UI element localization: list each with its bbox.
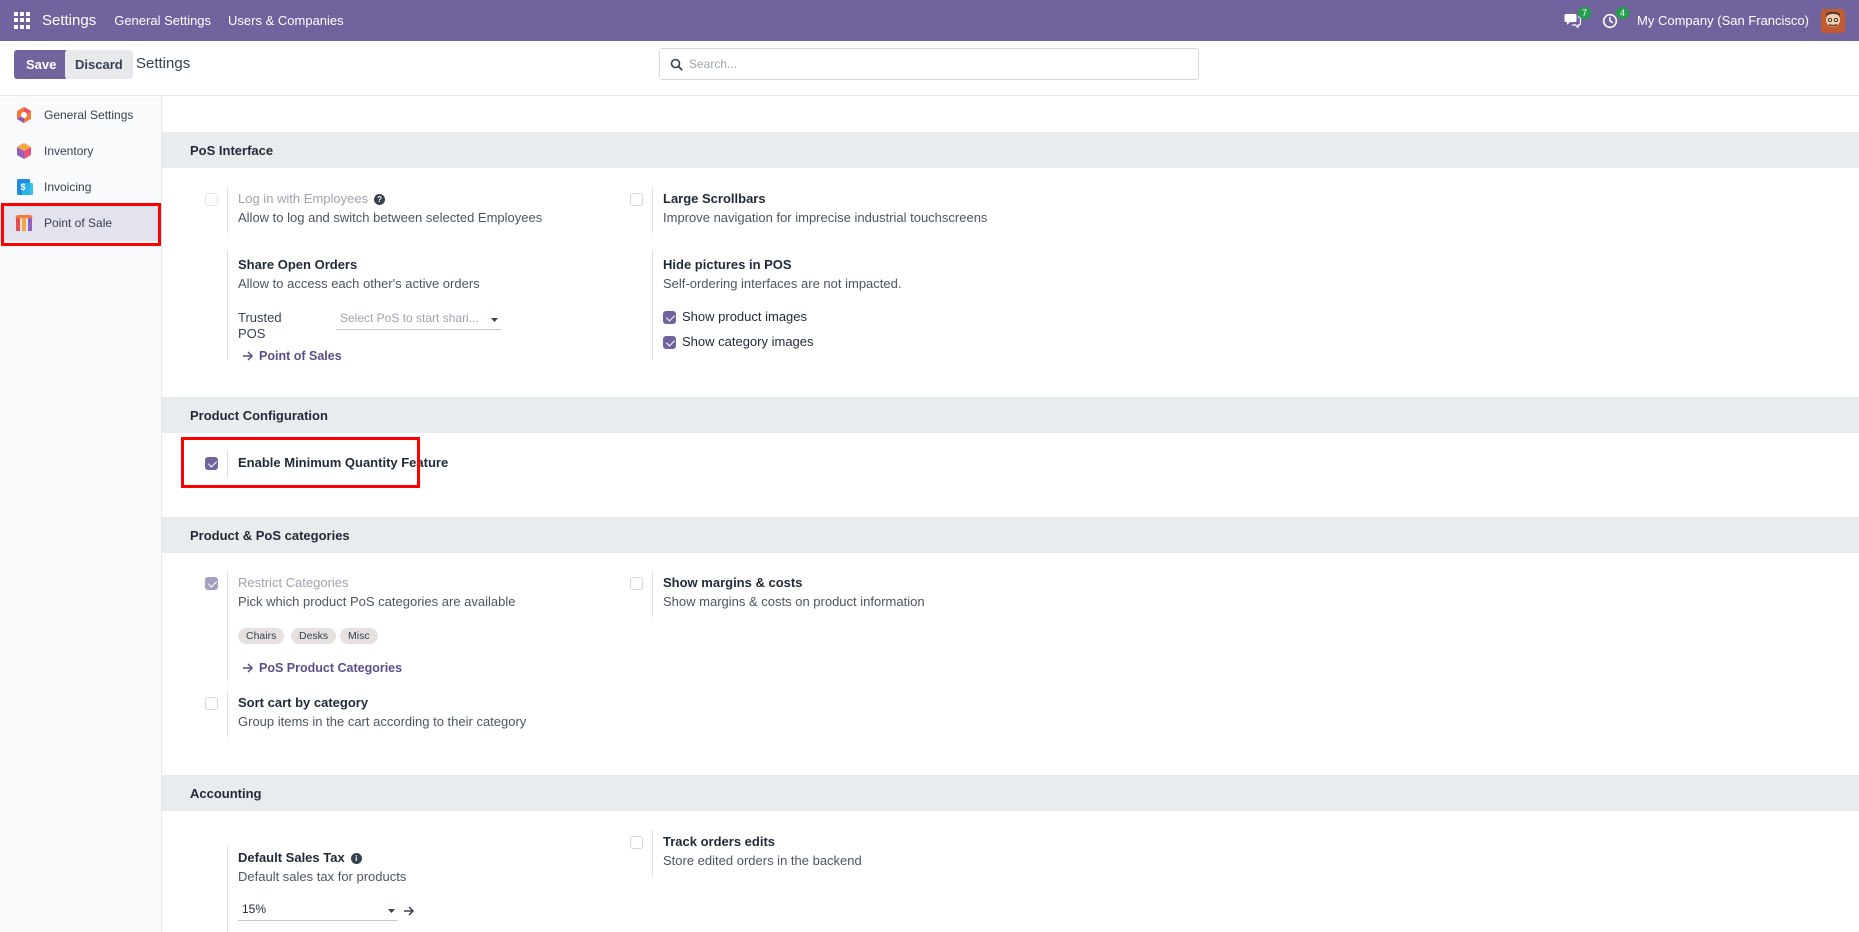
settings-content: PoS Interface Log in with Employees? All… bbox=[162, 97, 1859, 932]
divider bbox=[227, 187, 228, 233]
login-employees-desc: Allow to log and switch between selected… bbox=[238, 210, 543, 225]
app-title[interactable]: Settings bbox=[42, 12, 96, 29]
section-header-product-configuration: Product Configuration bbox=[162, 397, 1859, 433]
sort-cart-label: Sort cart by category bbox=[238, 695, 369, 710]
show-category-images-label: Show category images bbox=[682, 334, 814, 349]
divider bbox=[652, 830, 653, 876]
svg-text:$: $ bbox=[21, 182, 26, 192]
default-sales-tax-desc: Default sales tax for products bbox=[238, 869, 407, 884]
save-button[interactable]: Save bbox=[14, 50, 69, 79]
restrict-categories-checkbox[interactable] bbox=[205, 577, 218, 590]
show-margins-label: Show margins & costs bbox=[663, 575, 803, 590]
menu-users-companies[interactable]: Users & Companies bbox=[228, 13, 344, 28]
sidebar-item-label: Invoicing bbox=[44, 180, 92, 194]
share-orders-label: Share Open Orders bbox=[238, 257, 358, 272]
track-orders-label: Track orders edits bbox=[663, 834, 775, 849]
min-qty-highlight-box bbox=[181, 437, 420, 488]
track-orders-checkbox[interactable] bbox=[630, 836, 643, 849]
messages-badge: 7 bbox=[1578, 6, 1592, 19]
sort-cart-checkbox[interactable] bbox=[205, 697, 218, 710]
show-margins-checkbox[interactable] bbox=[630, 577, 643, 590]
section-header-pos-interface: PoS Interface bbox=[162, 132, 1859, 168]
invoicing-icon: $ bbox=[17, 179, 33, 195]
track-orders-desc: Store edited orders in the backend bbox=[663, 853, 862, 868]
apps-menu-icon[interactable] bbox=[14, 11, 32, 30]
activities-badge: 4 bbox=[1616, 6, 1630, 19]
dropdown-arrow-icon bbox=[388, 909, 395, 913]
show-product-images-label: Show product images bbox=[682, 309, 808, 324]
dropdown-arrow-icon bbox=[491, 318, 498, 322]
menu-general-settings[interactable]: General Settings bbox=[114, 13, 211, 28]
top-navbar: Settings General Settings Users & Compan… bbox=[0, 0, 1859, 41]
trusted-pos-select[interactable]: Select PoS to start shari... bbox=[336, 310, 501, 330]
user-avatar[interactable] bbox=[1821, 8, 1845, 33]
default-sales-tax-label: Default Sales Tax i bbox=[238, 850, 362, 865]
pos-product-categories-link[interactable]: PoS Product Categories bbox=[242, 661, 402, 675]
help-icon[interactable]: ? bbox=[374, 194, 386, 205]
sidebar-item-general-settings[interactable]: General Settings bbox=[0, 97, 161, 133]
search-input[interactable] bbox=[689, 57, 1198, 71]
point-of-sales-link[interactable]: Point of Sales bbox=[242, 349, 342, 363]
control-bar: Save Discard Settings bbox=[0, 41, 1859, 96]
sidebar-highlight-box bbox=[1, 203, 161, 246]
divider bbox=[652, 571, 653, 617]
large-scrollbars-label: Large Scrollbars bbox=[663, 191, 766, 206]
default-sales-tax-select[interactable]: 15% bbox=[238, 901, 398, 921]
restrict-categories-desc: Pick which product PoS categories are av… bbox=[238, 594, 516, 609]
share-orders-desc: Allow to access each other's active orde… bbox=[238, 276, 480, 291]
large-scrollbars-checkbox[interactable] bbox=[630, 193, 643, 206]
divider bbox=[227, 571, 228, 681]
hide-pictures-label: Hide pictures in POS bbox=[663, 257, 792, 272]
trusted-pos-label: Trusted POS bbox=[238, 310, 282, 341]
arrow-right-icon bbox=[243, 351, 254, 361]
info-icon[interactable]: i bbox=[350, 853, 362, 864]
arrow-right-icon bbox=[243, 663, 254, 673]
category-tag-misc[interactable]: Misc bbox=[340, 628, 378, 644]
sidebar-item-label: General Settings bbox=[44, 108, 134, 122]
login-employees-checkbox[interactable] bbox=[205, 193, 218, 206]
category-tag-desks[interactable]: Desks bbox=[291, 628, 337, 644]
large-scrollbars-desc: Improve navigation for imprecise industr… bbox=[663, 210, 988, 225]
show-product-images-checkbox[interactable] bbox=[663, 311, 676, 324]
hide-pictures-desc: Self-ordering interfaces are not impacte… bbox=[663, 276, 902, 291]
activities-icon[interactable]: 4 bbox=[1599, 6, 1630, 32]
sidebar-item-label: Inventory bbox=[44, 144, 94, 158]
search-bar[interactable] bbox=[659, 48, 1199, 80]
open-record-arrow-icon[interactable] bbox=[403, 906, 415, 916]
section-header-categories: Product & PoS categories bbox=[162, 517, 1859, 553]
divider bbox=[227, 691, 228, 737]
divider bbox=[227, 250, 228, 360]
divider bbox=[227, 845, 228, 932]
category-tag-chairs[interactable]: Chairs bbox=[238, 628, 285, 644]
show-category-images-checkbox[interactable] bbox=[663, 336, 676, 349]
show-margins-desc: Show margins & costs on product informat… bbox=[663, 594, 925, 609]
messages-icon[interactable]: 7 bbox=[1561, 6, 1592, 32]
divider bbox=[652, 187, 653, 233]
sidebar-item-invoicing[interactable]: $ Invoicing bbox=[0, 169, 161, 205]
general-settings-icon bbox=[17, 107, 31, 123]
sidebar-item-inventory[interactable]: Inventory bbox=[0, 133, 161, 169]
divider bbox=[652, 250, 653, 360]
page-title: Settings bbox=[136, 55, 191, 72]
inventory-icon bbox=[17, 143, 31, 159]
section-header-accounting: Accounting bbox=[162, 775, 1859, 811]
discard-button[interactable]: Discard bbox=[65, 50, 133, 79]
company-switcher[interactable]: My Company (San Francisco) bbox=[1637, 13, 1809, 28]
search-icon bbox=[670, 58, 683, 71]
sort-cart-desc: Group items in the cart according to the… bbox=[238, 714, 527, 729]
restrict-categories-label: Restrict Categories bbox=[238, 575, 349, 590]
login-employees-label: Log in with Employees? bbox=[238, 191, 386, 206]
